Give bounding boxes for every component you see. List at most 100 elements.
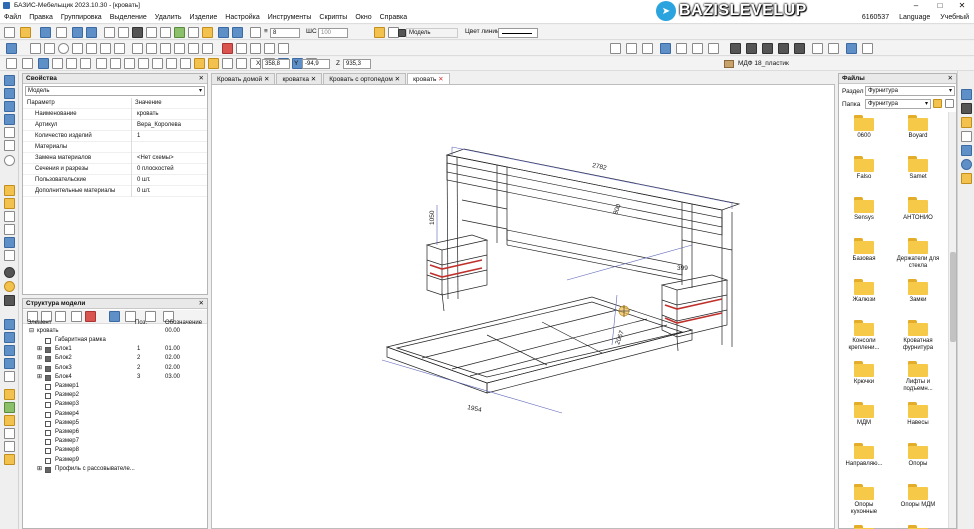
color-swatch-icon[interactable] xyxy=(398,29,406,37)
layer-icon[interactable] xyxy=(250,27,261,38)
settings-tool-icon[interactable] xyxy=(4,428,15,439)
tree-node[interactable]: Размер8 xyxy=(23,446,207,455)
structure-close-icon[interactable]: ✕ xyxy=(199,299,204,309)
mark-icon[interactable] xyxy=(80,58,91,69)
panel4-tool-icon[interactable] xyxy=(4,114,15,125)
folder-icon[interactable] xyxy=(854,525,874,529)
property-row[interactable]: Артикул Вера_Королева xyxy=(23,120,207,131)
folder-icon[interactable] xyxy=(908,484,928,500)
measure-tool-icon[interactable] xyxy=(4,267,15,278)
open-folder-icon[interactable] xyxy=(20,27,31,38)
folder-icon[interactable] xyxy=(854,484,874,500)
files-search-icon[interactable] xyxy=(945,99,954,108)
chamfer-tool-icon[interactable] xyxy=(188,43,199,54)
folder-icon[interactable] xyxy=(908,320,928,336)
clamp-tool-icon[interactable] xyxy=(4,295,15,306)
sigma-icon[interactable] xyxy=(961,131,972,142)
zoom-tool-icon[interactable] xyxy=(4,358,15,369)
tree-node[interactable]: ⊞ Профиль с рассовывателе... xyxy=(23,465,207,474)
panel-horizontal-icon[interactable] xyxy=(626,43,637,54)
folder-icon[interactable] xyxy=(908,443,928,459)
tab-close-icon[interactable]: ✕ xyxy=(395,76,400,83)
table-tool-icon[interactable] xyxy=(4,415,15,426)
cut-icon[interactable] xyxy=(961,145,972,156)
hinge-icon[interactable] xyxy=(762,43,773,54)
report-tool-icon[interactable] xyxy=(4,441,15,452)
language-menu[interactable]: Language xyxy=(894,14,935,21)
panel-tool-icon[interactable] xyxy=(4,75,15,86)
library-icon[interactable] xyxy=(961,89,972,100)
step-input[interactable]: 100 xyxy=(318,28,348,38)
expand-toggle[interactable]: ⊞ xyxy=(37,364,42,373)
menu-product[interactable]: Изделие xyxy=(186,14,222,21)
wood2-tool-icon[interactable] xyxy=(4,198,15,209)
property-row[interactable]: Замена материалов <Нет схемы> xyxy=(23,153,207,164)
layer-select[interactable]: 8 xyxy=(270,28,300,38)
bulb-tool-icon[interactable] xyxy=(4,281,15,292)
folder-icon[interactable] xyxy=(854,279,874,295)
folder-icon[interactable] xyxy=(908,238,928,254)
undo-icon[interactable] xyxy=(72,27,83,38)
panel-frontal-icon[interactable] xyxy=(610,43,621,54)
redo-icon[interactable] xyxy=(86,27,97,38)
tree-node[interactable]: Размер7 xyxy=(23,437,207,446)
offset-tool-icon[interactable] xyxy=(132,43,143,54)
view-iso4-icon[interactable] xyxy=(222,58,233,69)
line-tool-icon[interactable] xyxy=(30,43,41,54)
line-style-select[interactable] xyxy=(498,28,538,38)
dimension-icon[interactable] xyxy=(250,43,261,54)
cube-tool-icon[interactable] xyxy=(4,211,15,222)
section-select[interactable]: Фурнитура ▾ xyxy=(865,86,955,96)
x-field[interactable]: 358,8 xyxy=(262,59,290,69)
folder-up-icon[interactable] xyxy=(933,99,942,108)
view-icon[interactable] xyxy=(218,27,229,38)
folder-icon[interactable] xyxy=(854,197,874,213)
box-icon[interactable] xyxy=(660,43,671,54)
select-cross-icon[interactable] xyxy=(22,58,33,69)
tab-close-icon[interactable]: ✕ xyxy=(438,76,443,83)
tree-node[interactable]: Размер9 xyxy=(23,456,207,465)
menu-settings[interactable]: Настройка xyxy=(221,14,263,21)
tab-doc-1[interactable]: Кровать домой ✕ xyxy=(211,73,276,84)
snap-angle-icon[interactable] xyxy=(160,27,171,38)
folder-icon[interactable] xyxy=(908,279,928,295)
pencil-icon[interactable] xyxy=(202,27,213,38)
database-icon[interactable] xyxy=(961,159,972,170)
arrange-icon[interactable] xyxy=(846,43,857,54)
properties-close-icon[interactable]: ✕ xyxy=(199,74,204,84)
export-tool-icon[interactable] xyxy=(4,454,15,465)
light-bulb-icon[interactable] xyxy=(374,27,385,38)
text-tool-icon[interactable] xyxy=(114,43,125,54)
maximize-button[interactable]: □ xyxy=(928,0,952,11)
grid-snap-icon[interactable] xyxy=(104,27,115,38)
property-row[interactable]: Сечения и разрезы 0 плоскостей xyxy=(23,164,207,175)
hole-icon[interactable] xyxy=(730,43,741,54)
folder-icon[interactable] xyxy=(854,361,874,377)
trim-tool-icon[interactable] xyxy=(146,43,157,54)
menu-edit[interactable]: Правка xyxy=(25,14,57,21)
view-iso2-icon[interactable] xyxy=(194,58,205,69)
polygon-tool-icon[interactable] xyxy=(72,43,83,54)
minimize-button[interactable]: – xyxy=(904,0,928,11)
folder-icon[interactable] xyxy=(854,115,874,131)
expand-toggle[interactable]: ⊞ xyxy=(37,345,42,354)
folder-icon[interactable] xyxy=(908,197,928,213)
snap-center-icon[interactable] xyxy=(174,27,185,38)
tree-node[interactable]: Размер1 xyxy=(23,382,207,391)
tab-doc-2[interactable]: кроватка ✕ xyxy=(276,73,323,84)
tree-node[interactable]: ⊞ Блок2 2 02.00 xyxy=(23,354,207,363)
view-right-icon[interactable] xyxy=(138,58,149,69)
view-front-icon[interactable] xyxy=(96,58,107,69)
grid3-tool-icon[interactable] xyxy=(4,345,15,356)
property-row[interactable]: Количество изделий 1 xyxy=(23,131,207,142)
tree-node[interactable]: ⊞ Блок1 1 01.00 xyxy=(23,345,207,354)
fastener-icon[interactable] xyxy=(746,43,757,54)
extend-tool-icon[interactable] xyxy=(160,43,171,54)
grid2-tool-icon[interactable] xyxy=(4,332,15,343)
sheet-tool-icon[interactable] xyxy=(4,389,15,400)
view-iso3-icon[interactable] xyxy=(208,58,219,69)
menu-tools[interactable]: Инструменты xyxy=(264,14,316,21)
view-iso1-icon[interactable] xyxy=(180,58,191,69)
model-viewport[interactable]: 2782 1050 1954 2067 800 399 xyxy=(211,84,835,529)
save-icon[interactable] xyxy=(40,27,51,38)
